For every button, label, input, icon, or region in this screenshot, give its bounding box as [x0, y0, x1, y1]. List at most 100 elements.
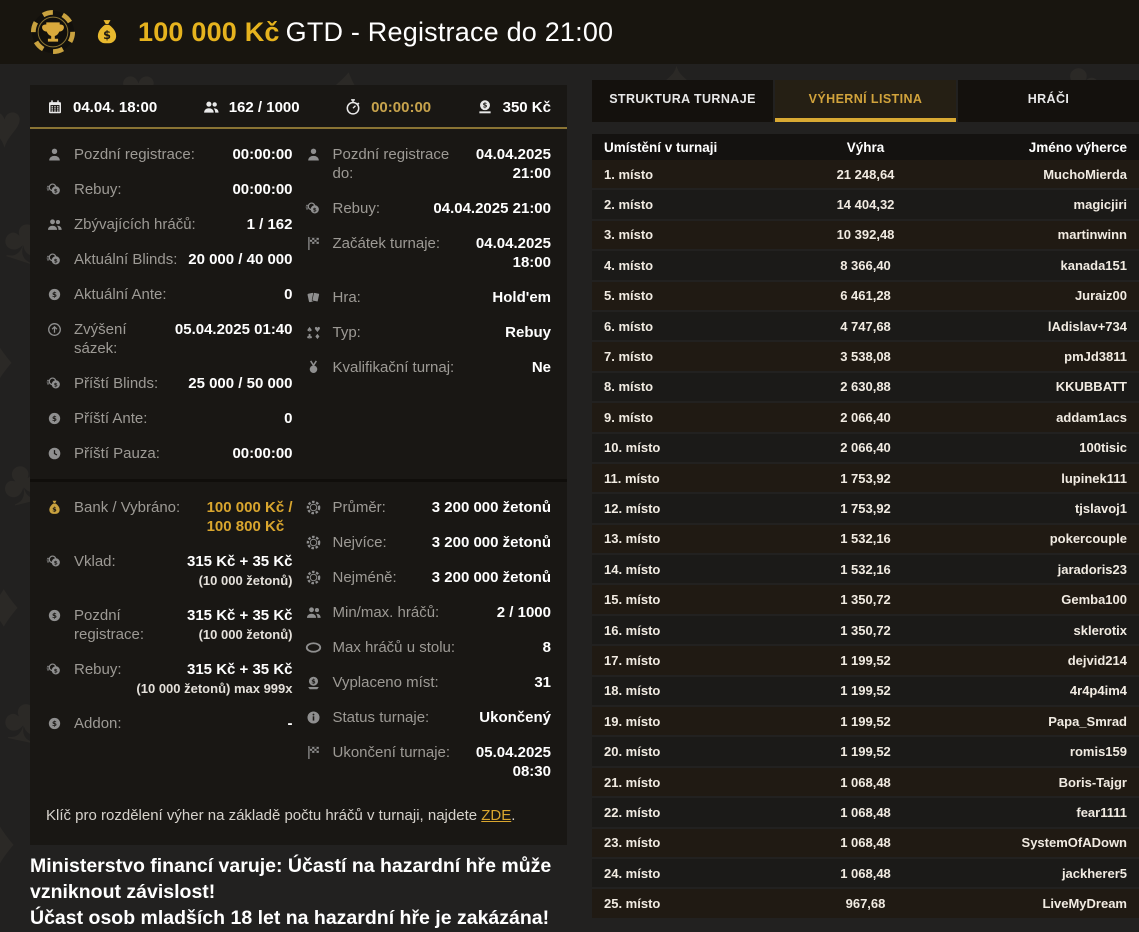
tab-bar: STRUKTURA TURNAJE VÝHERNÍ LISTINA HRÁČI [592, 80, 1139, 122]
info-value: Ne [532, 358, 551, 377]
info-label: Příští Ante: [74, 409, 284, 428]
medal-icon [305, 359, 322, 376]
zde-link[interactable]: ZDE [481, 807, 511, 824]
cell-place: 1. místo [604, 167, 784, 182]
cell-winner-name: addam1acs [947, 410, 1127, 425]
cell-winner-name: MuchoMierda [947, 167, 1127, 182]
cell-winner-name: romis159 [947, 744, 1127, 759]
info-label: Průměr: [333, 498, 432, 517]
cell-win: 4 747,68 [784, 319, 947, 334]
info-row: $ Příští Ante: 0 [46, 409, 293, 428]
info-section-2: $ Bank / Vybráno: 100 000 Kč / 100 800 K… [30, 482, 567, 797]
people-icon [202, 98, 220, 116]
coins-icon: $ [46, 553, 63, 570]
flag-icon [305, 744, 322, 761]
stat-item: 162 / 1000 [202, 98, 300, 116]
cell-place: 24. místo [604, 866, 784, 881]
info-label: Příští Blinds: [74, 374, 188, 393]
cell-win: 1 199,52 [784, 744, 947, 759]
info-value: Hold'em [492, 288, 551, 307]
info-value: 3 200 000 žetonů [432, 568, 551, 587]
cell-place: 5. místo [604, 288, 784, 303]
info-value: 05.04.2025 01:40 [175, 320, 293, 339]
info-row: $ Aktuální Ante: 0 [46, 285, 293, 304]
cell-place: 11. místo [604, 471, 784, 486]
KKUBBATT: 8. místo 2 630,88 KKUBBATT [592, 373, 1139, 401]
cell-place: 2. místo [604, 197, 784, 212]
info-row: $ Příští Blinds: 25 000 / 50 000 [46, 374, 293, 393]
info-label: Min/max. hráčů: [333, 603, 497, 622]
suits-icon: ♠♥ ♣♦ [305, 324, 322, 341]
info-value: 315 Kč + 35 Kč(10 000 žetonů) max 999x [136, 660, 292, 698]
cell-winner-name: 100tisic [947, 440, 1127, 455]
cell-place: 7. místo [604, 349, 784, 364]
info-row: $ Aktuální Blinds: 20 000 / 40 000 [46, 250, 293, 269]
cell-winner-name: jackherer5 [947, 866, 1127, 881]
info-value: 100 000 Kč / 100 800 Kč [207, 498, 293, 536]
svg-text:$: $ [54, 188, 58, 194]
coins-icon: $ [46, 251, 63, 268]
tab-vyherni-listina[interactable]: VÝHERNÍ LISTINA [775, 80, 956, 122]
cell-winner-name: lAdislav+734 [947, 319, 1127, 334]
tab-hraci[interactable]: HRÁČI [958, 80, 1139, 122]
chip-icon [305, 534, 322, 551]
info-subvalue: (10 000 žetonů) [187, 625, 293, 644]
info-column-right: Průměr: 3 200 000 žetonů Nejvíce: 3 200 … [305, 498, 552, 797]
info-value: Rebuy [505, 323, 551, 342]
cell-win: 967,68 [784, 896, 947, 911]
cell-winner-name: fear1111 [947, 805, 1127, 820]
cell-place: 17. místo [604, 653, 784, 668]
stat-value: 00:00:00 [371, 99, 431, 116]
svg-text:♦: ♦ [314, 332, 320, 341]
info-row: Příští Pauza: 00:00:00 [46, 444, 293, 463]
info-value: 31 [534, 673, 551, 692]
info-row: Nejvíce: 3 200 000 žetonů [305, 533, 552, 552]
sklerotix: 16. místo 1 350,72 sklerotix [592, 616, 1139, 644]
site-logo-icon [30, 9, 76, 55]
column-header-place: Umístění v turnaji [604, 140, 784, 155]
info-column-left: $ Bank / Vybráno: 100 000 Kč / 100 800 K… [46, 498, 293, 797]
cell-place: 22. místo [604, 805, 784, 820]
info-value: 04.04.2025 18:00 [476, 234, 551, 272]
info-value: 25 000 / 50 000 [188, 374, 292, 393]
info-value: 00:00:00 [232, 180, 292, 199]
moneybag-icon: $ [46, 499, 63, 516]
info-label: Začátek turnaje: [333, 234, 476, 253]
cards-icon [305, 289, 322, 306]
svg-text:$: $ [54, 668, 58, 674]
winners-table-body: 1. místo 21 248,64 MuchoMierda 2. místo … [592, 160, 1139, 918]
svg-text:$: $ [103, 29, 111, 42]
cell-place: 20. místo [604, 744, 784, 759]
cell-win: 1 068,48 [784, 805, 947, 820]
svg-text:$: $ [52, 611, 57, 620]
tab-struktura-turnaje[interactable]: STRUKTURA TURNAJE [592, 80, 773, 122]
cell-place: 12. místo [604, 501, 784, 516]
cell-win: 10 392,48 [784, 227, 947, 242]
stat-item: 04.04. 18:00 [46, 98, 157, 116]
cell-winner-name: KKUBBATT [947, 379, 1127, 394]
cell-win: 2 066,40 [784, 410, 947, 425]
cell-place: 19. místo [604, 714, 784, 729]
lupinek111: 11. místo 1 753,92 lupinek111 [592, 464, 1139, 492]
info-label: Zvýšení sázek: [74, 320, 175, 358]
svg-text:♣: ♣ [306, 332, 312, 341]
cell-place: 13. místo [604, 531, 784, 546]
dollar-icon: $ [46, 715, 63, 732]
info-value: 20 000 / 40 000 [188, 250, 292, 269]
pokercouple: 13. místo 1 532,16 pokercouple [592, 525, 1139, 553]
info-row: Nejméně: 3 200 000 žetonů [305, 568, 552, 587]
stat-value: 04.04. 18:00 [73, 99, 157, 116]
kanada151: 4. místo 8 366,40 kanada151 [592, 251, 1139, 279]
column-header-name: Jméno výherce [947, 140, 1127, 155]
info-row: $ Rebuy: 315 Kč + 35 Kč(10 000 žetonů) m… [46, 660, 293, 698]
cell-win: 1 199,52 [784, 653, 947, 668]
MuchoMierda: 1. místo 21 248,64 MuchoMierda [592, 160, 1139, 188]
cell-win: 2 630,88 [784, 379, 947, 394]
info-value: 315 Kč + 35 Kč(10 000 žetonů) [187, 552, 293, 590]
results-panel: STRUKTURA TURNAJE VÝHERNÍ LISTINA HRÁČI … [592, 80, 1139, 920]
flag-icon [305, 235, 322, 252]
jackherer5: 24. místo 1 068,48 jackherer5 [592, 859, 1139, 887]
svg-text:$: $ [52, 719, 57, 728]
svg-text:$: $ [52, 290, 57, 299]
addam1acs: 9. místo 2 066,40 addam1acs [592, 403, 1139, 431]
